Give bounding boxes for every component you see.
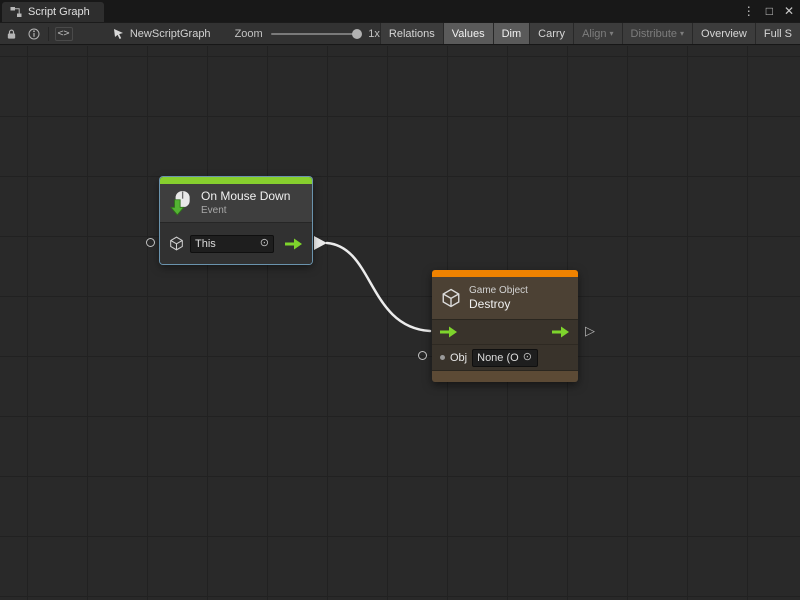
distribute-label: Distribute [631, 28, 677, 40]
value-input-port[interactable] [146, 238, 155, 247]
relations-button[interactable]: Relations [380, 22, 443, 45]
zoom-value: 1x [368, 28, 380, 40]
lock-icon[interactable] [0, 23, 23, 45]
event-node-header[interactable]: On Mouse Down Event [160, 184, 312, 222]
graph-toolbar: <> NewScriptGraph Zoom 1x Relations Valu… [0, 22, 800, 45]
control-output-arrow-icon[interactable] [285, 238, 303, 250]
window-controls: ⋮ □ ✕ [743, 0, 794, 22]
game-object-cube-icon [441, 288, 461, 308]
destroy-flow-row [432, 320, 578, 344]
event-node-title: On Mouse Down [201, 189, 290, 203]
event-node-body: This ⊙ [160, 222, 312, 264]
event-target-field[interactable]: This ⊙ [190, 235, 274, 253]
destroy-node-supertitle: Game Object [469, 285, 528, 297]
graph-canvas[interactable]: On Mouse Down Event This ⊙ [0, 46, 800, 600]
obj-param-label: Obj [450, 352, 467, 364]
control-output-arrow-icon[interactable] [552, 326, 570, 338]
event-node-subtitle: Event [201, 205, 290, 217]
connection-wire[interactable] [0, 46, 800, 600]
toolbar-divider [48, 27, 49, 41]
node-on-mouse-down[interactable]: On Mouse Down Event This ⊙ [160, 177, 312, 264]
dim-button[interactable]: Dim [493, 22, 530, 45]
node-destroy[interactable]: Game Object Destroy Obj None (O [432, 270, 578, 382]
tab-bar: Script Graph ⋮ □ ✕ [0, 0, 800, 22]
graph-name-label: NewScriptGraph [130, 28, 211, 40]
align-label: Align [582, 28, 606, 40]
tab-script-graph[interactable]: Script Graph [2, 2, 104, 22]
window-maximize-icon[interactable]: □ [766, 5, 773, 17]
destroy-node-body: Obj None (O ⊙ [432, 319, 578, 370]
graph-asset-icon [113, 28, 125, 40]
chevron-down-icon: ▾ [680, 30, 684, 38]
code-view-icon[interactable]: <> [52, 23, 75, 45]
align-button[interactable]: Align ▾ [573, 22, 621, 45]
fullscreen-button[interactable]: Full S [755, 22, 800, 45]
destroy-accent-bar [432, 270, 578, 277]
tab-label: Script Graph [28, 6, 90, 18]
event-accent-bar [160, 177, 312, 184]
carry-button[interactable]: Carry [529, 22, 573, 45]
zoom-label: Zoom [235, 28, 263, 40]
distribute-button[interactable]: Distribute ▾ [622, 22, 692, 45]
destroy-node-header[interactable]: Game Object Destroy [432, 277, 578, 319]
zoom-slider-handle[interactable] [352, 29, 362, 39]
destroy-node-title: Destroy [469, 297, 528, 311]
obj-param-field[interactable]: None (O ⊙ [472, 349, 538, 367]
chevron-down-icon: ▾ [610, 30, 614, 38]
overview-button[interactable]: Overview [692, 22, 755, 45]
toolbar-buttons: Relations Values Dim Carry Align ▾ Distr… [380, 22, 800, 45]
event-target-value: This [195, 238, 216, 250]
info-icon[interactable] [23, 23, 46, 45]
window-menu-icon[interactable]: ⋮ [743, 5, 755, 17]
destroy-node-footer [432, 370, 578, 382]
window-close-icon[interactable]: ✕ [784, 5, 794, 17]
destroy-param-row: Obj None (O ⊙ [432, 344, 578, 370]
zoom-slider[interactable] [271, 33, 361, 35]
control-output-port[interactable]: ▷ [585, 324, 595, 337]
graph-name-breadcrumb[interactable]: NewScriptGraph [113, 28, 211, 40]
game-object-cube-icon [169, 236, 184, 251]
object-picker-icon[interactable]: ⊙ [260, 238, 269, 249]
value-input-port[interactable] [418, 351, 427, 360]
control-input-arrow-icon[interactable] [440, 326, 458, 338]
event-node-titles: On Mouse Down Event [201, 189, 290, 216]
script-graph-tab-icon [10, 6, 22, 18]
value-port-dot-icon [440, 355, 445, 360]
values-button[interactable]: Values [443, 22, 493, 45]
mouse-down-event-icon [168, 190, 194, 216]
destroy-node-titles: Game Object Destroy [469, 285, 528, 311]
obj-param-value: None (O [477, 352, 519, 364]
object-picker-icon[interactable]: ⊙ [523, 352, 532, 363]
